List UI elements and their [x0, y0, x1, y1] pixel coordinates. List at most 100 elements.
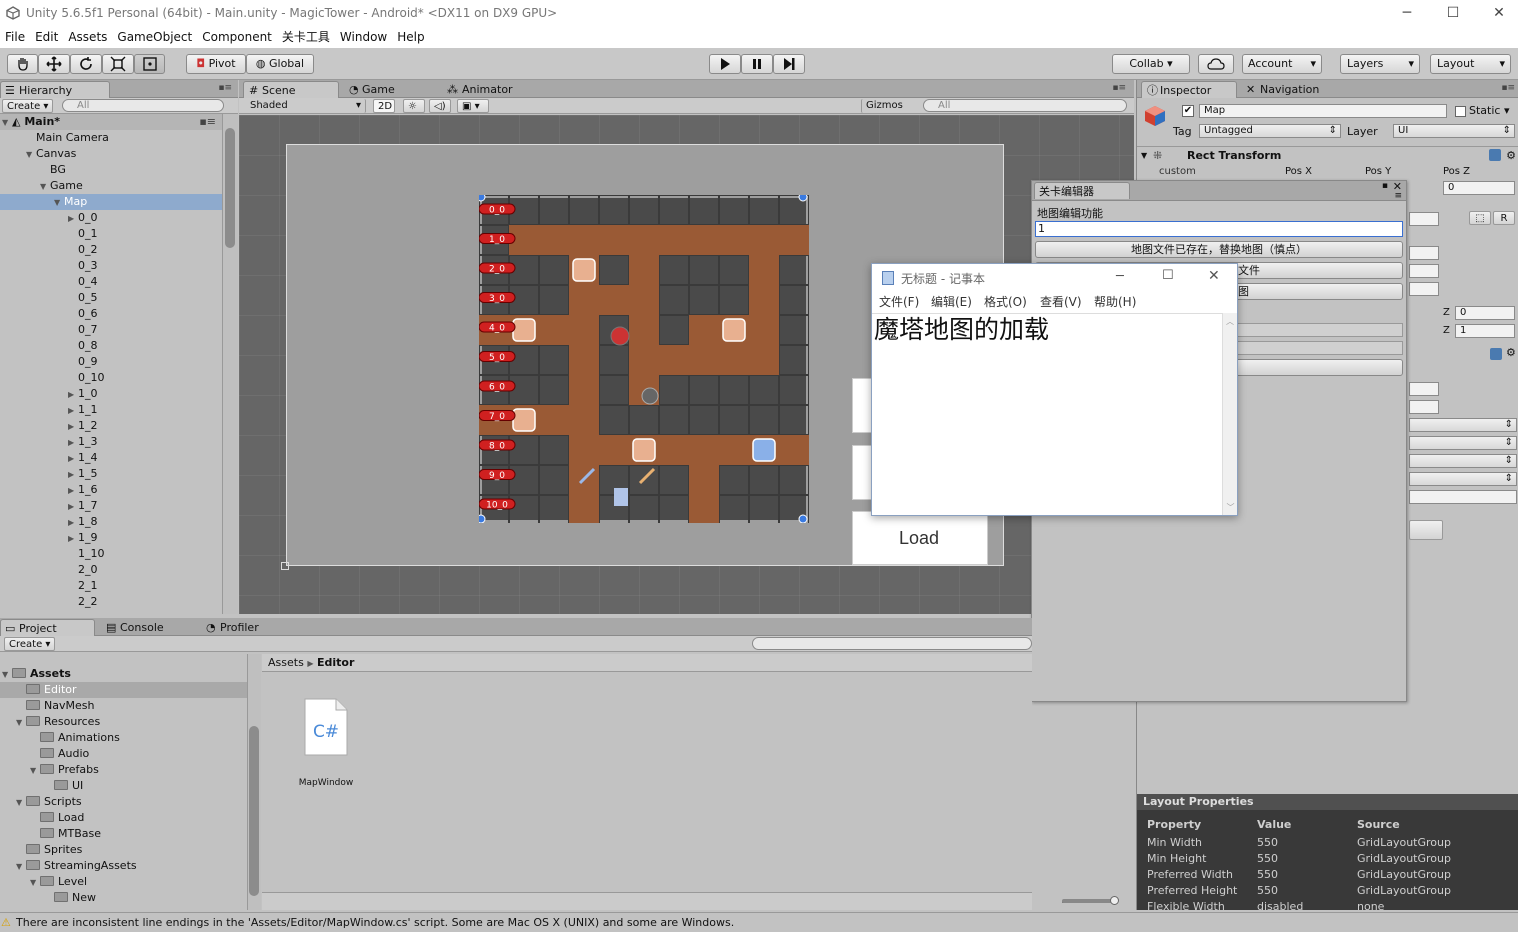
tab-profiler[interactable]: ◔ Profiler: [202, 619, 297, 636]
grid-dropdown[interactable]: ⇕: [1409, 436, 1517, 450]
hierarchy-item[interactable]: ▶ 0_0: [0, 210, 222, 226]
hierarchy-item[interactable]: 0_7: [0, 322, 222, 338]
shading-dropdown[interactable]: Shaded ▾: [246, 99, 366, 113]
scene-search[interactable]: All: [923, 99, 1127, 112]
grid-dropdown[interactable]: ⇕: [1409, 454, 1517, 468]
audio-toggle[interactable]: ◁): [429, 99, 451, 113]
hierarchy-item[interactable]: 0_6: [0, 306, 222, 322]
tab-inspector[interactable]: ⓘ Inspector: [1141, 81, 1237, 98]
anchor-min-x-field[interactable]: [1409, 246, 1439, 260]
account-dropdown[interactable]: Account ▾: [1242, 54, 1322, 74]
expand-arrow-icon[interactable]: ▼: [30, 875, 40, 891]
step-button[interactable]: [773, 54, 805, 74]
global-toggle[interactable]: ◍ Global: [246, 54, 314, 74]
width-field[interactable]: [1409, 212, 1439, 226]
notepad-menu-file[interactable]: 文件(F): [879, 292, 919, 312]
grid-dropdown[interactable]: ⇕: [1409, 472, 1517, 486]
constraint-field[interactable]: [1409, 490, 1517, 504]
gizmos-dropdown[interactable]: Gizmos ▾: [861, 99, 915, 124]
2d-toggle[interactable]: 2D: [373, 99, 395, 113]
rect-handle[interactable]: [479, 195, 486, 202]
help-book-icon[interactable]: [1490, 348, 1502, 360]
expand-arrow-icon[interactable]: ▶: [68, 451, 78, 467]
folder-item[interactable]: Animations: [0, 730, 247, 746]
folder-item[interactable]: ▼ Scripts: [0, 794, 247, 810]
hierarchy-item[interactable]: ▼ Game: [0, 178, 222, 194]
csharp-script-asset[interactable]: C#: [304, 698, 348, 756]
replace-map-button[interactable]: 地图文件已存在，替换地图（慎点）: [1035, 241, 1403, 258]
hand-tool-button[interactable]: [7, 54, 38, 74]
expand-arrow-icon[interactable]: ▶: [68, 435, 78, 451]
hierarchy-item[interactable]: 0_10: [0, 370, 222, 386]
folder-item[interactable]: ▼ Resources: [0, 714, 247, 730]
breadcrumb-assets[interactable]: Assets: [268, 656, 304, 669]
tab-scene[interactable]: # Scene: [243, 81, 339, 98]
panel-menu-icon[interactable]: ▪≡: [1501, 83, 1515, 93]
menu-level-tools[interactable]: 关卡工具: [277, 26, 335, 48]
project-create-button[interactable]: Create ▾: [4, 637, 56, 651]
rect-handle[interactable]: [798, 195, 808, 202]
play-button[interactable]: [709, 54, 741, 74]
hierarchy-scrollbar[interactable]: [222, 114, 238, 614]
scroll-thumb[interactable]: [249, 726, 259, 896]
collab-dropdown[interactable]: Collab ▾: [1112, 54, 1190, 74]
hierarchy-search[interactable]: All: [62, 99, 224, 112]
hierarchy-item[interactable]: ▶ 1_1: [0, 402, 222, 418]
hierarchy-item[interactable]: 0_4: [0, 274, 222, 290]
status-bar[interactable]: ⚠ There are inconsistent line endings in…: [0, 912, 1518, 932]
expand-arrow-icon[interactable]: ▼: [16, 715, 26, 731]
layers-dropdown[interactable]: Layers ▾: [1340, 54, 1420, 74]
notepad-menu-format[interactable]: 格式(O): [984, 292, 1027, 312]
folder-item[interactable]: Load: [0, 810, 247, 826]
anchor-min-y-field[interactable]: [1409, 264, 1439, 278]
tab-navigation[interactable]: ✕ Navigation: [1242, 81, 1342, 98]
layout-dropdown[interactable]: Layout ▾: [1430, 54, 1511, 74]
expand-arrow-icon[interactable]: ▼: [16, 795, 26, 811]
help-book-icon[interactable]: [1489, 149, 1501, 161]
layer-dropdown[interactable]: UI ⇕: [1393, 124, 1515, 138]
move-tool-button[interactable]: [38, 54, 70, 74]
menu-component[interactable]: Component: [197, 26, 277, 48]
settings-gear-icon[interactable]: ⚙: [1506, 147, 1516, 165]
hierarchy-item[interactable]: ▶ 1_8: [0, 514, 222, 530]
expand-arrow-icon[interactable]: ▶: [68, 483, 78, 499]
folder-item[interactable]: Sprites: [0, 842, 247, 858]
scene-root-row[interactable]: ▼ ◭ Main* ▪≡: [0, 114, 222, 130]
notepad-text-area[interactable]: 魔塔地图的加载: [872, 313, 1222, 515]
hierarchy-item[interactable]: 0_1: [0, 226, 222, 242]
load-button[interactable]: Load: [852, 511, 988, 565]
expand-arrow-icon[interactable]: ▶: [68, 387, 78, 403]
rotate-tool-button[interactable]: [70, 54, 102, 74]
expand-arrow-icon[interactable]: ▶: [68, 419, 78, 435]
expand-arrow-icon[interactable]: ▶: [68, 403, 78, 419]
project-search[interactable]: [752, 637, 1032, 650]
pivot-toggle[interactable]: ◘ Pivot: [186, 54, 246, 74]
add-component-button[interactable]: [1409, 520, 1443, 540]
folder-item[interactable]: New: [0, 890, 247, 906]
expand-arrow-icon[interactable]: ▶: [68, 467, 78, 483]
minimize-button[interactable]: ─: [1384, 0, 1430, 26]
panel-menu-icon[interactable]: ▪≡: [218, 83, 232, 93]
cloud-button[interactable]: [1198, 54, 1234, 74]
notepad-minimize-button[interactable]: ─: [1116, 269, 1124, 284]
rect-handle[interactable]: [798, 514, 808, 523]
menu-file[interactable]: File: [0, 26, 30, 48]
folder-item[interactable]: MTBase: [0, 826, 247, 842]
notepad-close-button[interactable]: ✕: [1208, 268, 1220, 284]
folder-item[interactable]: ▼ StreamingAssets: [0, 858, 247, 874]
scroll-down-icon[interactable]: ﹀: [1223, 502, 1238, 513]
hierarchy-item[interactable]: ▶ 1_3: [0, 434, 222, 450]
tab-game[interactable]: ◔ Game: [344, 81, 434, 98]
expand-arrow-icon[interactable]: ▶: [68, 515, 78, 531]
notepad-menu-edit[interactable]: 编辑(E): [931, 292, 972, 312]
create-button[interactable]: Create ▾: [2, 99, 54, 113]
folder-item[interactable]: NavMesh: [0, 698, 247, 714]
tag-dropdown[interactable]: Untagged ⇕: [1199, 124, 1341, 138]
hierarchy-item[interactable]: 0_2: [0, 242, 222, 258]
settings-gear-icon[interactable]: ⚙: [1506, 346, 1516, 359]
hierarchy-item[interactable]: 0_8: [0, 338, 222, 354]
rotation-z-field[interactable]: 0: [1455, 306, 1515, 320]
project-tree-scrollbar[interactable]: [247, 654, 261, 910]
expand-arrow-icon[interactable]: ▼: [2, 667, 12, 683]
notepad-maximize-button[interactable]: ☐: [1162, 268, 1174, 283]
